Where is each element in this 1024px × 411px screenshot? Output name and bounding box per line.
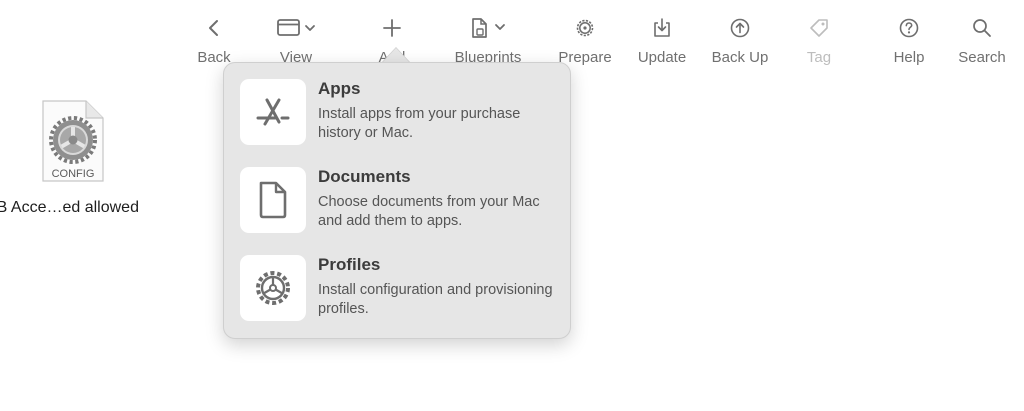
update-label: Update <box>637 49 687 66</box>
add-popover: Apps Install apps from your purchase his… <box>223 62 571 339</box>
arrow-up-circle-icon <box>729 14 751 42</box>
tag-icon <box>808 14 830 42</box>
menu-item-documents[interactable]: Documents Choose documents from your Mac… <box>240 167 560 235</box>
profiles-description: Install configuration and provisioning p… <box>318 282 553 317</box>
gear-icon <box>574 14 596 42</box>
app-store-icon <box>240 79 306 145</box>
config-document-icon: CONFIG <box>42 100 104 182</box>
back-label: Back <box>197 49 231 66</box>
documents-title: Documents <box>318 167 411 186</box>
search-icon <box>971 14 993 42</box>
chevron-left-icon <box>207 14 221 42</box>
apps-title: Apps <box>318 79 361 98</box>
window: Back View Add Blueprints Prepare Update … <box>0 0 1024 411</box>
back-up-label: Back Up <box>711 49 769 66</box>
file-badge: CONFIG <box>52 168 95 180</box>
help-label: Help <box>893 49 925 66</box>
document-icon <box>240 167 306 233</box>
apps-description: Install apps from your purchase history … <box>318 106 521 141</box>
plus-icon <box>382 14 402 42</box>
menu-item-apps[interactable]: Apps Install apps from your purchase his… <box>240 79 560 147</box>
popover-arrow <box>382 48 410 63</box>
documents-description: Choose documents from your Mac and add t… <box>318 194 540 229</box>
profile-gear-icon <box>240 255 306 321</box>
window-view-icon <box>275 14 317 42</box>
search-label: Search <box>958 49 1006 66</box>
question-circle-icon <box>898 14 920 42</box>
file-name-label: SB Acce…ed allowed <box>0 199 139 216</box>
help-button[interactable]: Help <box>889 14 929 72</box>
menu-item-profiles[interactable]: Profiles Install configuration and provi… <box>240 255 560 323</box>
profiles-title: Profiles <box>318 255 381 274</box>
tag-label: Tag <box>806 49 832 66</box>
tag-button[interactable]: Tag <box>802 14 836 72</box>
update-button[interactable]: Update <box>634 14 690 72</box>
blueprint-document-icon <box>467 14 509 42</box>
back-up-button[interactable]: Back Up <box>708 14 772 72</box>
download-tray-icon <box>651 14 673 42</box>
search-button[interactable]: Search <box>954 14 1010 72</box>
